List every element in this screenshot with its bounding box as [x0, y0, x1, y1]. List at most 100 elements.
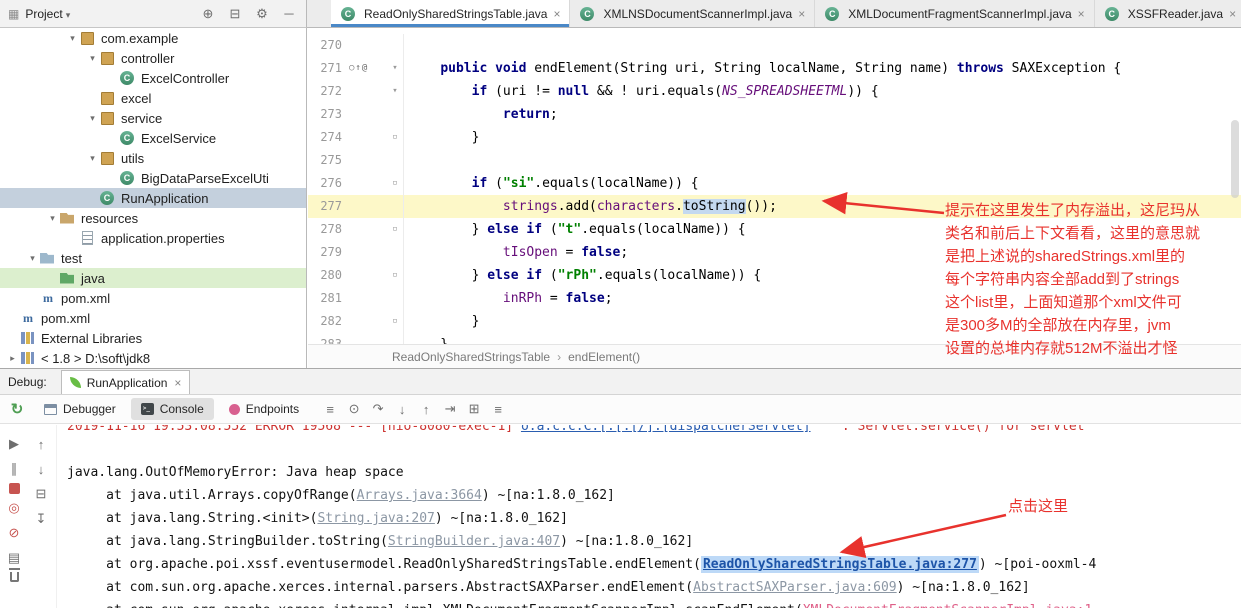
mute-breakpoints-icon[interactable]: ⊘	[3, 522, 25, 544]
line-number[interactable]: 271	[308, 57, 342, 80]
tab-endpoints[interactable]: Endpoints	[219, 398, 309, 420]
tab-close-icon[interactable]	[798, 7, 805, 21]
line-number[interactable]: 270	[308, 34, 342, 57]
tab-xmldocumentfragmentscannerimpl-java[interactable]: XMLDocumentFragmentScannerImpl.java	[815, 0, 1095, 27]
step-over-icon[interactable]: ↷	[369, 398, 387, 420]
line-number[interactable]: 279	[308, 241, 342, 264]
restore-layout-icon[interactable]: ⊟	[30, 483, 52, 505]
resume-icon[interactable]: ▶	[3, 433, 25, 455]
tree-item-external-libraries[interactable]: External Libraries	[0, 328, 306, 348]
fold-marker-icon[interactable]: ▾	[387, 80, 403, 103]
print-icon[interactable]: ▤	[3, 547, 25, 569]
tab-close-icon[interactable]	[553, 7, 560, 21]
fold-marker-icon[interactable]: ▫	[387, 172, 403, 195]
step-into-icon[interactable]: ↓	[393, 398, 411, 420]
settings-gear-icon[interactable]: ⚙	[253, 3, 271, 25]
code-line-270[interactable]: 270	[308, 34, 1241, 57]
tree-item-pom-xml[interactable]: pom.xml	[0, 308, 306, 328]
chevron-right-icon[interactable]: ▸	[6, 353, 19, 364]
layout-settings-icon[interactable]: ≡	[321, 398, 339, 420]
tree-item-1-8-d-soft-jdk8[interactable]: ▸ < 1.8 > D:\soft\jdk8	[0, 348, 306, 368]
tab-readonlysharedstringstable-java[interactable]: ReadOnlySharedStringsTable.java	[331, 0, 571, 27]
tab-close-icon[interactable]	[1078, 7, 1085, 21]
line-number[interactable]: 275	[308, 149, 342, 172]
line-number[interactable]: 281	[308, 287, 342, 310]
code-line-272[interactable]: 272 ▾ if (uri != null && ! uri.equals(NS_…	[308, 80, 1241, 103]
breadcrumb-method[interactable]: endElement()	[568, 350, 640, 364]
fold-marker-icon[interactable]: ▾	[387, 57, 403, 80]
show-execution-point-icon[interactable]: ⊙	[345, 398, 363, 420]
tree-item-utils[interactable]: ▾ utils	[0, 148, 306, 168]
line-number[interactable]: 283	[308, 333, 342, 344]
collapse-all-icon[interactable]: ⊟	[226, 3, 244, 25]
tree-item-excelcontroller[interactable]: ExcelController	[0, 68, 306, 88]
fold-marker-icon[interactable]: ▫	[387, 310, 403, 333]
view-breakpoints-icon[interactable]: ◎	[3, 497, 25, 519]
stack-up-icon[interactable]: ↑	[30, 433, 52, 455]
hide-panel-icon[interactable]: ─	[280, 3, 298, 25]
line-number[interactable]: 277	[308, 195, 342, 218]
debug-session-tab[interactable]: RunApplication	[60, 370, 191, 394]
tree-item-controller[interactable]: ▾ controller	[0, 48, 306, 68]
tree-item-excelservice[interactable]: ExcelService	[0, 128, 306, 148]
rerun-icon[interactable]	[5, 397, 29, 421]
step-out-icon[interactable]: ↑	[417, 398, 435, 420]
chevron-down-icon[interactable]: ▾	[86, 113, 99, 124]
line-number[interactable]: 273	[308, 103, 342, 126]
evaluate-expression-icon[interactable]: ⊞	[465, 398, 483, 420]
tree-item-service[interactable]: ▾ service	[0, 108, 306, 128]
chevron-down-icon[interactable]: ▾	[26, 253, 39, 264]
chevron-down-icon[interactable]: ▾	[66, 33, 79, 44]
fold-marker-icon[interactable]: ▫	[387, 218, 403, 241]
breadcrumb-class[interactable]: ReadOnlySharedStringsTable	[392, 350, 550, 364]
tree-item-resources[interactable]: ▾ resources	[0, 208, 306, 228]
fold-marker-icon[interactable]: ▫	[387, 264, 403, 287]
tree-item-java[interactable]: java	[0, 268, 306, 288]
fold-marker-icon[interactable]: ▫	[387, 126, 403, 149]
code-line-276[interactable]: 276 ▫ if ("si".equals(localName)) {	[308, 172, 1241, 195]
line-number[interactable]: 274	[308, 126, 342, 149]
chevron-down-icon[interactable]	[66, 7, 71, 21]
line-number[interactable]: 282	[308, 310, 342, 333]
console-link[interactable]: Arrays.java:3664	[357, 488, 482, 503]
tree-item-pom-xml[interactable]: pom.xml	[0, 288, 306, 308]
code-line-275[interactable]: 275	[308, 149, 1241, 172]
more-options-icon[interactable]: ≡	[489, 398, 507, 420]
console-link[interactable]: StringBuilder.java:407	[388, 534, 560, 549]
tree-item-runapplication[interactable]: RunApplication	[0, 188, 306, 208]
line-number[interactable]: 280	[308, 264, 342, 287]
clear-console-icon[interactable]	[8, 568, 20, 582]
run-to-cursor-icon[interactable]: ⇥	[441, 398, 459, 420]
stack-down-icon[interactable]: ↓	[30, 458, 52, 480]
override-marker-icon[interactable]: ○↑@	[349, 57, 368, 80]
close-icon[interactable]	[174, 376, 181, 390]
tab-xssfreader-java[interactable]: XSSFReader.java	[1095, 0, 1241, 27]
line-number[interactable]: 276	[308, 172, 342, 195]
project-panel-title[interactable]: Project	[25, 7, 62, 21]
chevron-down-icon[interactable]: ▾	[86, 153, 99, 164]
tree-item-excel[interactable]: excel	[0, 88, 306, 108]
code-line-274[interactable]: 274 ▫ }	[308, 126, 1241, 149]
console-link[interactable]: String.java:207	[317, 511, 434, 526]
tree-item-application-properties[interactable]: application.properties	[0, 228, 306, 248]
line-number[interactable]: 272	[308, 80, 342, 103]
tab-console[interactable]: Console	[130, 398, 214, 420]
console-link[interactable]: XMLDocumentFragmentScannerImpl.java:1	[803, 603, 1093, 608]
code-line-273[interactable]: 273 return;	[308, 103, 1241, 126]
tree-item-com-example[interactable]: ▾ com.example	[0, 28, 306, 48]
scrollbar-thumb[interactable]	[1231, 120, 1239, 198]
locate-file-icon[interactable]: ⊕	[199, 3, 217, 25]
scroll-to-end-icon[interactable]: ↧	[30, 508, 52, 530]
chevron-down-icon[interactable]: ▾	[46, 213, 59, 224]
console-link[interactable]: AbstractSAXParser.java:609	[693, 580, 897, 595]
stop-icon[interactable]	[8, 483, 20, 494]
tab-xmlnsdocumentscannerimpl-java[interactable]: XMLNSDocumentScannerImpl.java	[570, 0, 816, 27]
tab-close-icon[interactable]	[1229, 7, 1236, 21]
tree-item-test[interactable]: ▾ test	[0, 248, 306, 268]
chevron-down-icon[interactable]: ▾	[86, 53, 99, 64]
tree-item-bigdataparseexceluti[interactable]: BigDataParseExcelUti	[0, 168, 306, 188]
console-link[interactable]: o.a.c.c.C.[.[.[/].[dispatcherServlet]	[521, 425, 811, 434]
tab-debugger[interactable]: Debugger	[34, 398, 126, 420]
code-line-271[interactable]: 271 ○↑@ ▾ public void endElement(String ur…	[308, 57, 1241, 80]
pause-icon[interactable]: ∥	[3, 458, 25, 480]
